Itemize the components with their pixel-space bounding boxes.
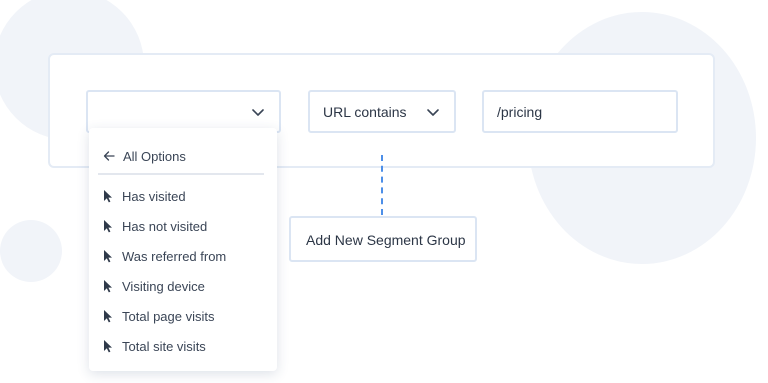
options-list: Has visited Has not visited Was referred… xyxy=(89,181,277,361)
cursor-arrow-icon xyxy=(104,220,112,233)
option-label: Has not visited xyxy=(122,218,208,234)
all-options-label: All Options xyxy=(123,148,186,164)
option-was-referred-from[interactable]: Was referred from xyxy=(89,241,277,271)
option-total-site-visits[interactable]: Total site visits xyxy=(89,331,277,361)
cursor-arrow-icon xyxy=(104,250,112,263)
url-value-input[interactable]: /pricing xyxy=(482,90,678,133)
url-value-text: /pricing xyxy=(497,104,543,120)
option-has-visited[interactable]: Has visited xyxy=(89,181,277,211)
all-options-back-link[interactable]: All Options xyxy=(103,148,186,164)
cursor-arrow-icon xyxy=(104,310,112,323)
option-label: Total site visits xyxy=(122,338,206,354)
cursor-arrow-icon xyxy=(104,190,112,203)
dashed-connector xyxy=(381,155,383,215)
option-visiting-device[interactable]: Visiting device xyxy=(89,271,277,301)
arrow-left-icon xyxy=(103,151,115,161)
background-circle xyxy=(0,220,62,282)
option-total-page-visits[interactable]: Total page visits xyxy=(89,301,277,331)
cursor-arrow-icon xyxy=(104,340,112,353)
option-label: Has visited xyxy=(122,188,186,204)
chevron-down-icon xyxy=(427,109,439,116)
add-segment-group-label: Add New Segment Group xyxy=(306,232,466,248)
condition-select[interactable]: URL contains xyxy=(308,90,456,133)
add-segment-group-button[interactable]: Add New Segment Group xyxy=(289,216,477,262)
condition-value: URL contains xyxy=(323,104,407,120)
option-label: Total page visits xyxy=(122,308,215,324)
option-label: Was referred from xyxy=(122,248,227,264)
option-label: Visiting device xyxy=(122,278,205,294)
segment-type-select[interactable] xyxy=(86,90,281,133)
option-has-not-visited[interactable]: Has not visited xyxy=(89,211,277,241)
dropdown-divider xyxy=(98,173,264,175)
segment-options-dropdown: All Options Has visited Has not visited … xyxy=(89,128,277,371)
chevron-down-icon xyxy=(252,109,264,116)
cursor-arrow-icon xyxy=(104,280,112,293)
